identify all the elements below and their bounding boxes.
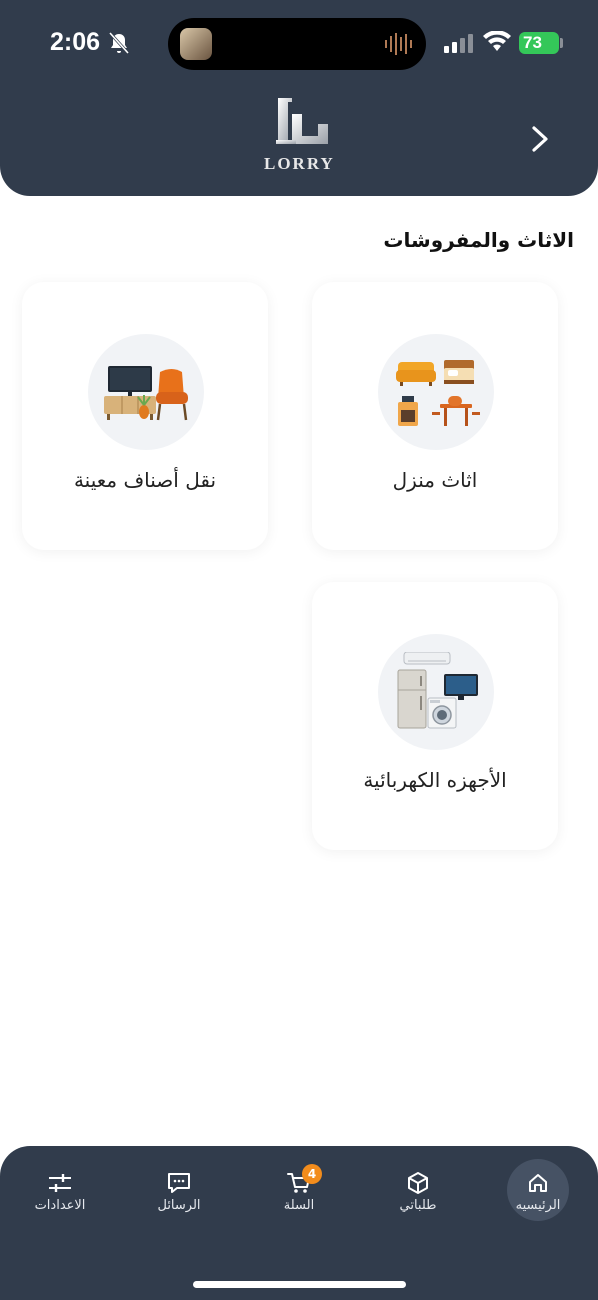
tab-label: الرئيسيه [515, 1198, 561, 1213]
chevron-right-icon[interactable] [522, 122, 556, 156]
tab-label: طلباتي [399, 1198, 437, 1213]
sliders-icon [49, 1174, 71, 1192]
category-card-home-furniture[interactable]: اثاث منزل [312, 282, 558, 550]
wifi-icon [483, 31, 511, 51]
tab-home[interactable]: الرئيسيه [493, 1166, 583, 1226]
tab-label: الرسائل [157, 1198, 201, 1213]
category-label: الأجهزه الكهربائية [363, 768, 507, 792]
category-image-circle [88, 334, 204, 450]
battery-level: 73 [523, 33, 542, 52]
bell-muted-icon [108, 31, 130, 55]
home-icon [529, 1174, 547, 1192]
tab-messages[interactable]: الرسائل [134, 1166, 224, 1226]
status-time: 2:06 [50, 28, 101, 56]
tab-cart[interactable]: السلة [254, 1166, 344, 1226]
home-furniture-icon [396, 360, 480, 426]
category-image-circle [378, 334, 494, 450]
cellular-signal-icon [444, 34, 473, 53]
dynamic-island [168, 18, 426, 70]
box-icon [408, 1172, 428, 1194]
tab-label: السلة [283, 1198, 315, 1213]
audio-wave-icon [385, 33, 412, 55]
battery-tip [560, 38, 563, 48]
category-card-appliances[interactable]: الأجهزه الكهربائية [312, 582, 558, 850]
chat-icon [168, 1173, 190, 1193]
category-image-circle [378, 634, 494, 750]
home-indicator-bar [193, 1281, 406, 1288]
cart-count-badge: 4 [302, 1164, 322, 1184]
tab-settings[interactable]: الاعدادات [15, 1166, 105, 1226]
tab-my-orders[interactable]: طلباتي [373, 1166, 463, 1226]
tv-chair-icon [104, 366, 188, 421]
tab-label: الاعدادات [34, 1198, 86, 1213]
category-label: نقل أصناف معينة [73, 468, 217, 492]
category-card-specific-items[interactable]: نقل أصناف معينة [22, 282, 268, 550]
appliances-icon [397, 652, 478, 729]
section-title: الاثاث والمفروشات [383, 228, 574, 252]
category-label: اثاث منزل [392, 468, 478, 492]
now-playing-avatar [180, 28, 212, 60]
logo-wordmark: LORRY [264, 154, 335, 173]
battery-indicator: 73 [519, 32, 559, 54]
